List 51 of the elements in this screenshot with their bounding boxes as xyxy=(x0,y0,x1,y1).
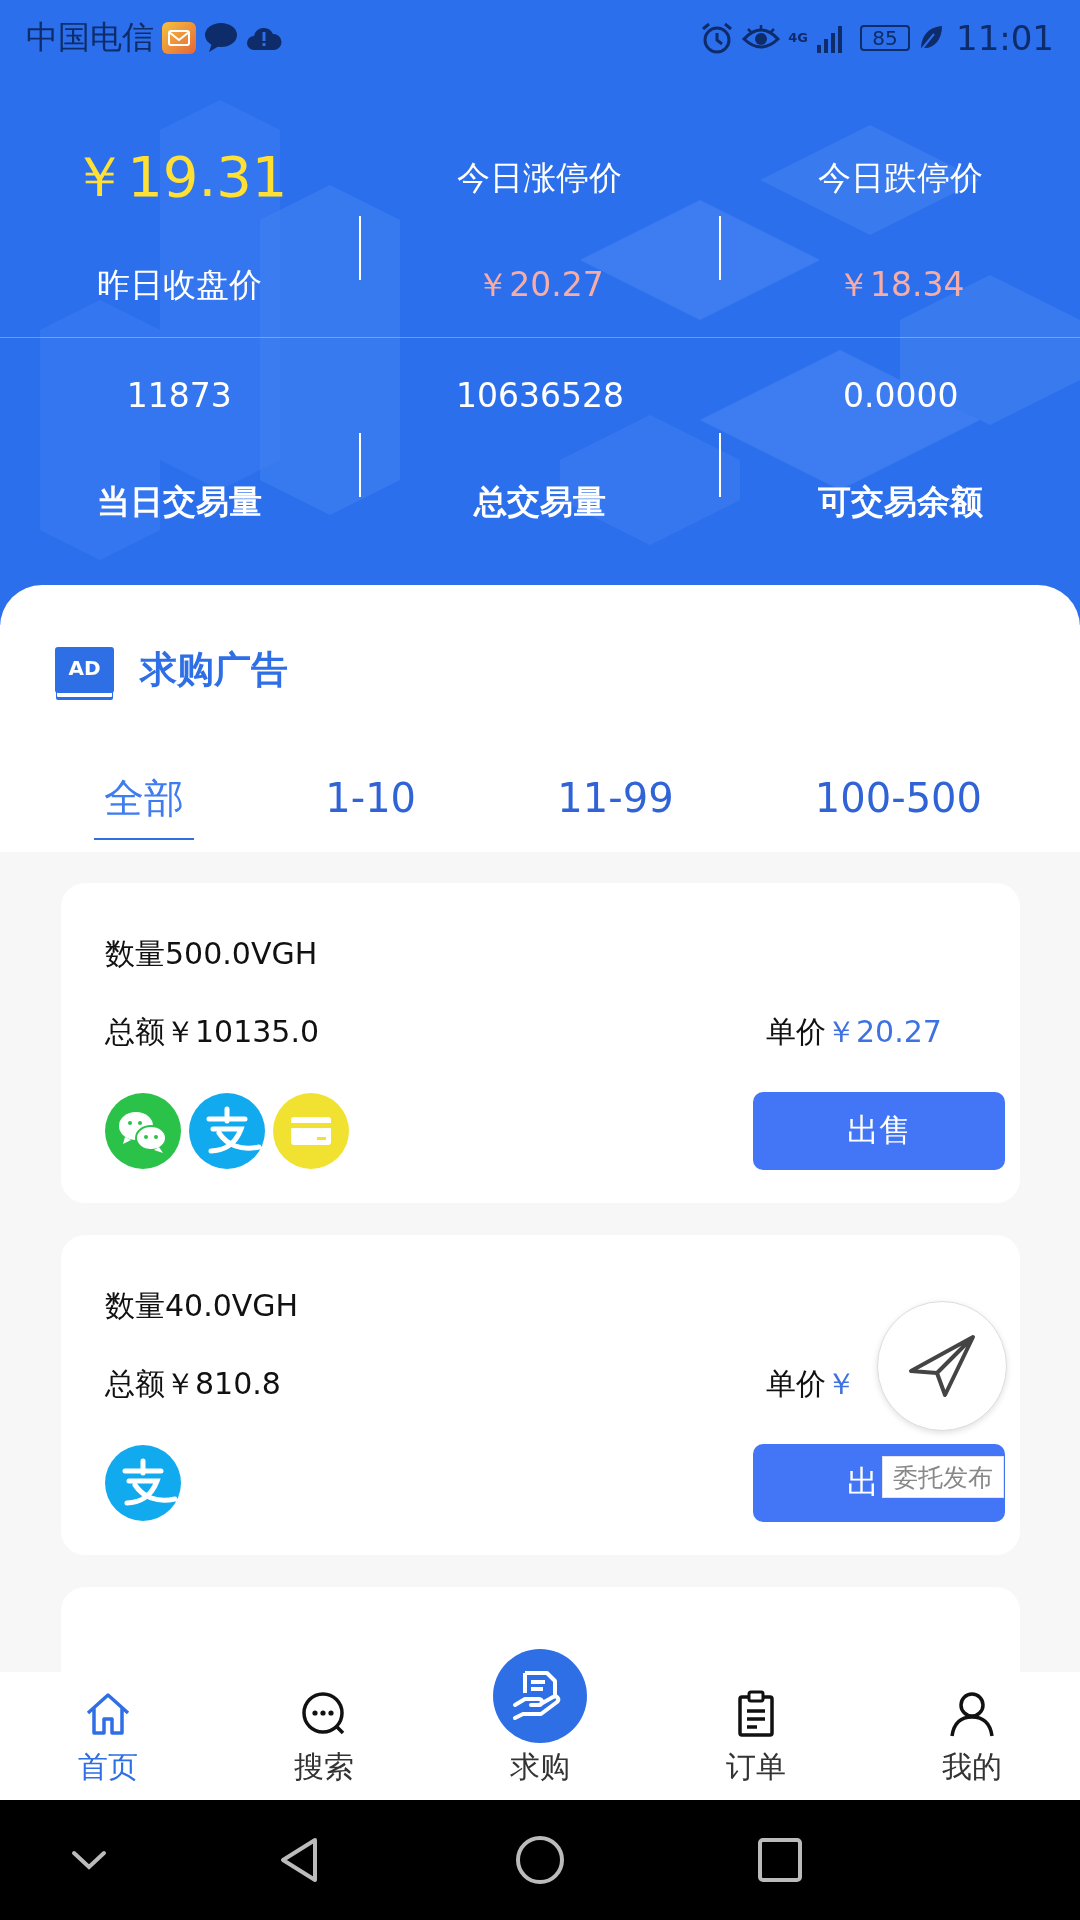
section-title: 求购广告 xyxy=(140,647,288,693)
stat-label: 总交易量 xyxy=(474,480,606,523)
alarm-clock-icon xyxy=(700,20,735,55)
stat-value: 0.0000 xyxy=(842,375,959,415)
chat-bubble-icon xyxy=(204,22,238,53)
total-text: 总额￥810.8 xyxy=(105,1365,281,1403)
price-label: 单价 xyxy=(766,1013,826,1051)
chat-bubbles-icon xyxy=(105,1093,181,1169)
nav-item[interactable]: 首页 xyxy=(0,1686,216,1800)
stat-text: 昨日收盘价 xyxy=(96,263,262,306)
price-label: 单价 xyxy=(766,1365,826,1403)
hand-document-icon xyxy=(493,1649,587,1743)
quantity-text: 数量40.0VGH xyxy=(105,1287,300,1325)
sell-button[interactable]: 出售 xyxy=(753,1092,1005,1170)
eye-icon xyxy=(742,23,781,52)
stat-text: ￥19.31 xyxy=(71,143,288,211)
range-tab[interactable]: 11-99 xyxy=(547,763,684,835)
range-tab[interactable]: 1-10 xyxy=(315,763,427,835)
range-tab[interactable]: 全部 xyxy=(94,758,194,840)
square-icon[interactable] xyxy=(755,1835,805,1885)
payment-logo-icon xyxy=(105,1445,181,1521)
price-value: ￥ xyxy=(826,1365,856,1403)
stat-text: ￥20.27 xyxy=(476,263,604,306)
home-circle-icon[interactable] xyxy=(515,1835,565,1885)
stat-value: 11873 xyxy=(126,375,232,415)
quantity-text: 数量500.0VGH xyxy=(105,935,319,973)
cloud-alert-icon xyxy=(246,25,282,50)
leaf-icon xyxy=(918,23,944,52)
clock-time: 11:01 xyxy=(956,17,1054,58)
network-type: 4G xyxy=(788,31,808,44)
stat-label: 当日交易量 xyxy=(96,480,262,523)
stat-text: 今日跌停价 xyxy=(818,156,984,199)
paper-plane-icon xyxy=(907,1333,977,1399)
battery-percent: 85 xyxy=(872,27,898,48)
carrier-name: 中国电信 xyxy=(26,16,154,58)
bank-card-icon xyxy=(273,1093,349,1169)
nav-item[interactable]: 求购 xyxy=(432,1649,648,1800)
nav-item[interactable]: 我的 xyxy=(864,1686,1080,1800)
stat-text: ￥18.34 xyxy=(836,263,965,306)
stat-text: 今日涨停价 xyxy=(457,156,623,199)
total-text: 总额￥10135.0 xyxy=(105,1013,320,1051)
publish-label: 委托发布 xyxy=(882,1456,1004,1498)
payment-logo-icon xyxy=(189,1093,265,1169)
stat-label: 可交易余额 xyxy=(818,480,984,523)
person-icon xyxy=(947,1689,997,1739)
nav-item[interactable]: 订单 xyxy=(648,1686,864,1800)
stat-value: 10636528 xyxy=(456,375,624,415)
nav-item[interactable]: 搜索 xyxy=(216,1686,432,1800)
price-value: ￥20.27 xyxy=(826,1013,942,1051)
mail-icon xyxy=(162,21,196,54)
range-tab[interactable]: 100-500 xyxy=(804,763,992,835)
